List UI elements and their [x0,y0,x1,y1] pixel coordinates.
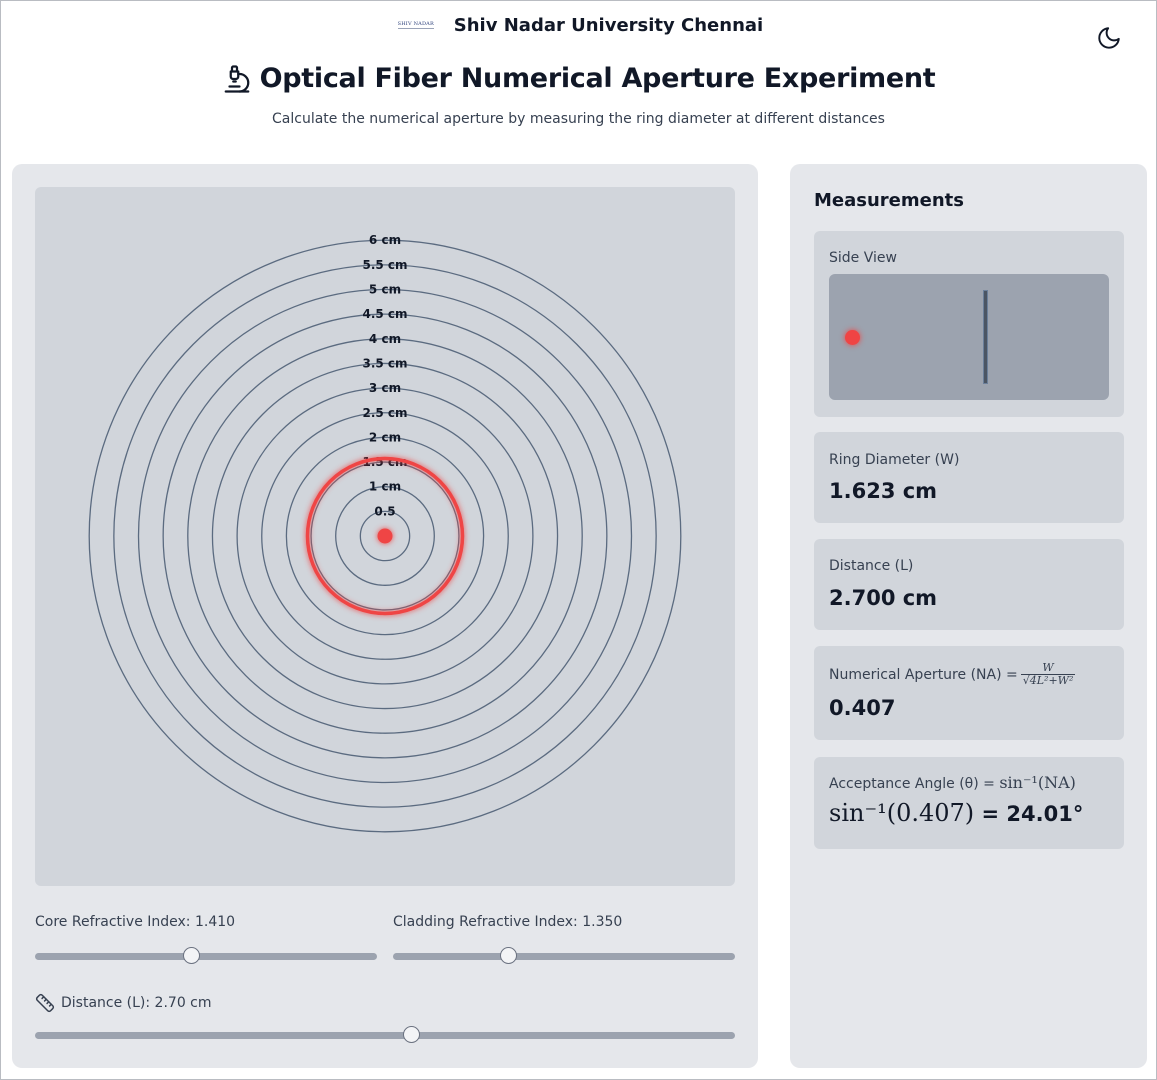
experiment-panel: 0.5 1 cm 1.5 cm 2 cm 2.5 cm 3 cm 3.5 cm 4 cm 4.5… [12,164,758,1068]
fiber-source-dot [845,330,860,345]
na-value: 0.407 [829,696,896,720]
core-index-slider-thumb[interactable] [183,947,201,964]
target-screen: 0.5 1 cm 1.5 cm 2 cm 2.5 cm 3 cm 3.5 cm 4 cm 4.5… [35,187,735,886]
na-formula: W √4L²+W² [1020,661,1076,687]
distance-card: Distance (L) 2.700 cm [814,539,1124,630]
ring-diameter-card: Ring Diameter (W) 1.623 cm [814,432,1124,523]
angle-expression: sin⁻¹(0.407) [829,799,975,827]
target-rings-svg: 0.51 cm1.5 cm2 cm2.5 cm3 cm3.5 cm4 cm4.5… [88,233,682,833]
na-formula-numerator: W [1042,661,1054,674]
core-index-label: Core Refractive Index: 1.410 [35,914,236,930]
acceptance-angle-card: Acceptance Angle (θ) = sin⁻¹(NA) sin⁻¹(0… [814,757,1124,849]
distance-slider-thumb[interactable] [403,1026,421,1043]
university-name: Shiv Nadar University Chennai [453,14,764,36]
laser-center-dot [377,528,393,544]
ring-label: 5 cm [369,283,401,297]
side-view-card: Side View [814,231,1124,417]
na-formula-denominator: √4L²+W² [1020,674,1076,687]
ring-label: 5.5 cm [362,258,407,272]
distance-slider[interactable] [35,1026,735,1043]
microscope-icon [224,64,249,93]
ring-diameter-value: 1.623 cm [829,479,938,503]
ring-label: 1 cm [369,480,401,494]
title-row: Optical Fiber Numerical Aperture Experim… [1,63,1156,94]
ring-label: 3 cm [369,381,401,395]
angle-result: = 24.01° [981,802,1084,826]
ring-label: 3.5 cm [362,356,407,370]
cladding-index-label: Cladding Refractive Index: 1.350 [393,914,623,930]
logo-divider [397,28,434,29]
angle-formula: sin⁻¹(NA) [999,773,1076,792]
cladding-index-slider[interactable] [393,947,735,964]
distance-label: Distance (L): 2.70 cm [61,995,212,1011]
numerical-aperture-card: Numerical Aperture (NA) = W √4L²+W² 0.40… [814,646,1124,740]
side-view-diagram [829,274,1109,400]
page-subtitle: Calculate the numerical aperture by meas… [272,111,885,127]
ring-label: 2.5 cm [362,406,407,420]
core-index-slider[interactable] [35,947,377,964]
page-title: Optical Fiber Numerical Aperture Experim… [259,63,936,94]
angle-label: Acceptance Angle (θ) = [829,776,995,792]
ring-label: 0.5 [374,504,395,518]
page-header: SHIV NADAR Shiv Nadar University Chennai… [1,1,1156,151]
ring-label: 4 cm [369,332,401,346]
distance-label-row: Distance (L): 2.70 cm [35,993,212,1013]
university-logo: SHIV NADAR [394,11,438,39]
angle-label-row: Acceptance Angle (θ) = sin⁻¹(NA) [829,773,1076,792]
screen-bar [983,290,988,384]
ring-label: 2 cm [369,430,401,444]
measurements-heading: Measurements [814,190,964,211]
ring-label: 6 cm [369,233,401,247]
ring-label: 4.5 cm [362,307,407,321]
na-label: Numerical Aperture (NA) = [829,666,1018,683]
theme-toggle-button[interactable] [1096,25,1122,51]
side-view-label: Side View [829,250,897,266]
measurements-panel: Measurements Side View Ring Diameter (W)… [790,164,1147,1068]
ring-diameter-label: Ring Diameter (W) [829,452,960,468]
moon-icon [1098,27,1120,49]
distance-card-label: Distance (L) [829,558,914,574]
distance-card-value: 2.700 cm [829,586,938,610]
cladding-index-slider-thumb[interactable] [500,947,518,964]
logo-text: SHIV NADAR [397,21,434,27]
brand: SHIV NADAR Shiv Nadar University Chennai [1,11,1156,39]
ruler-icon [35,993,55,1013]
angle-value-row: sin⁻¹(0.407) = 24.01° [829,799,1083,827]
na-label-row: Numerical Aperture (NA) = W √4L²+W² [829,661,1076,687]
